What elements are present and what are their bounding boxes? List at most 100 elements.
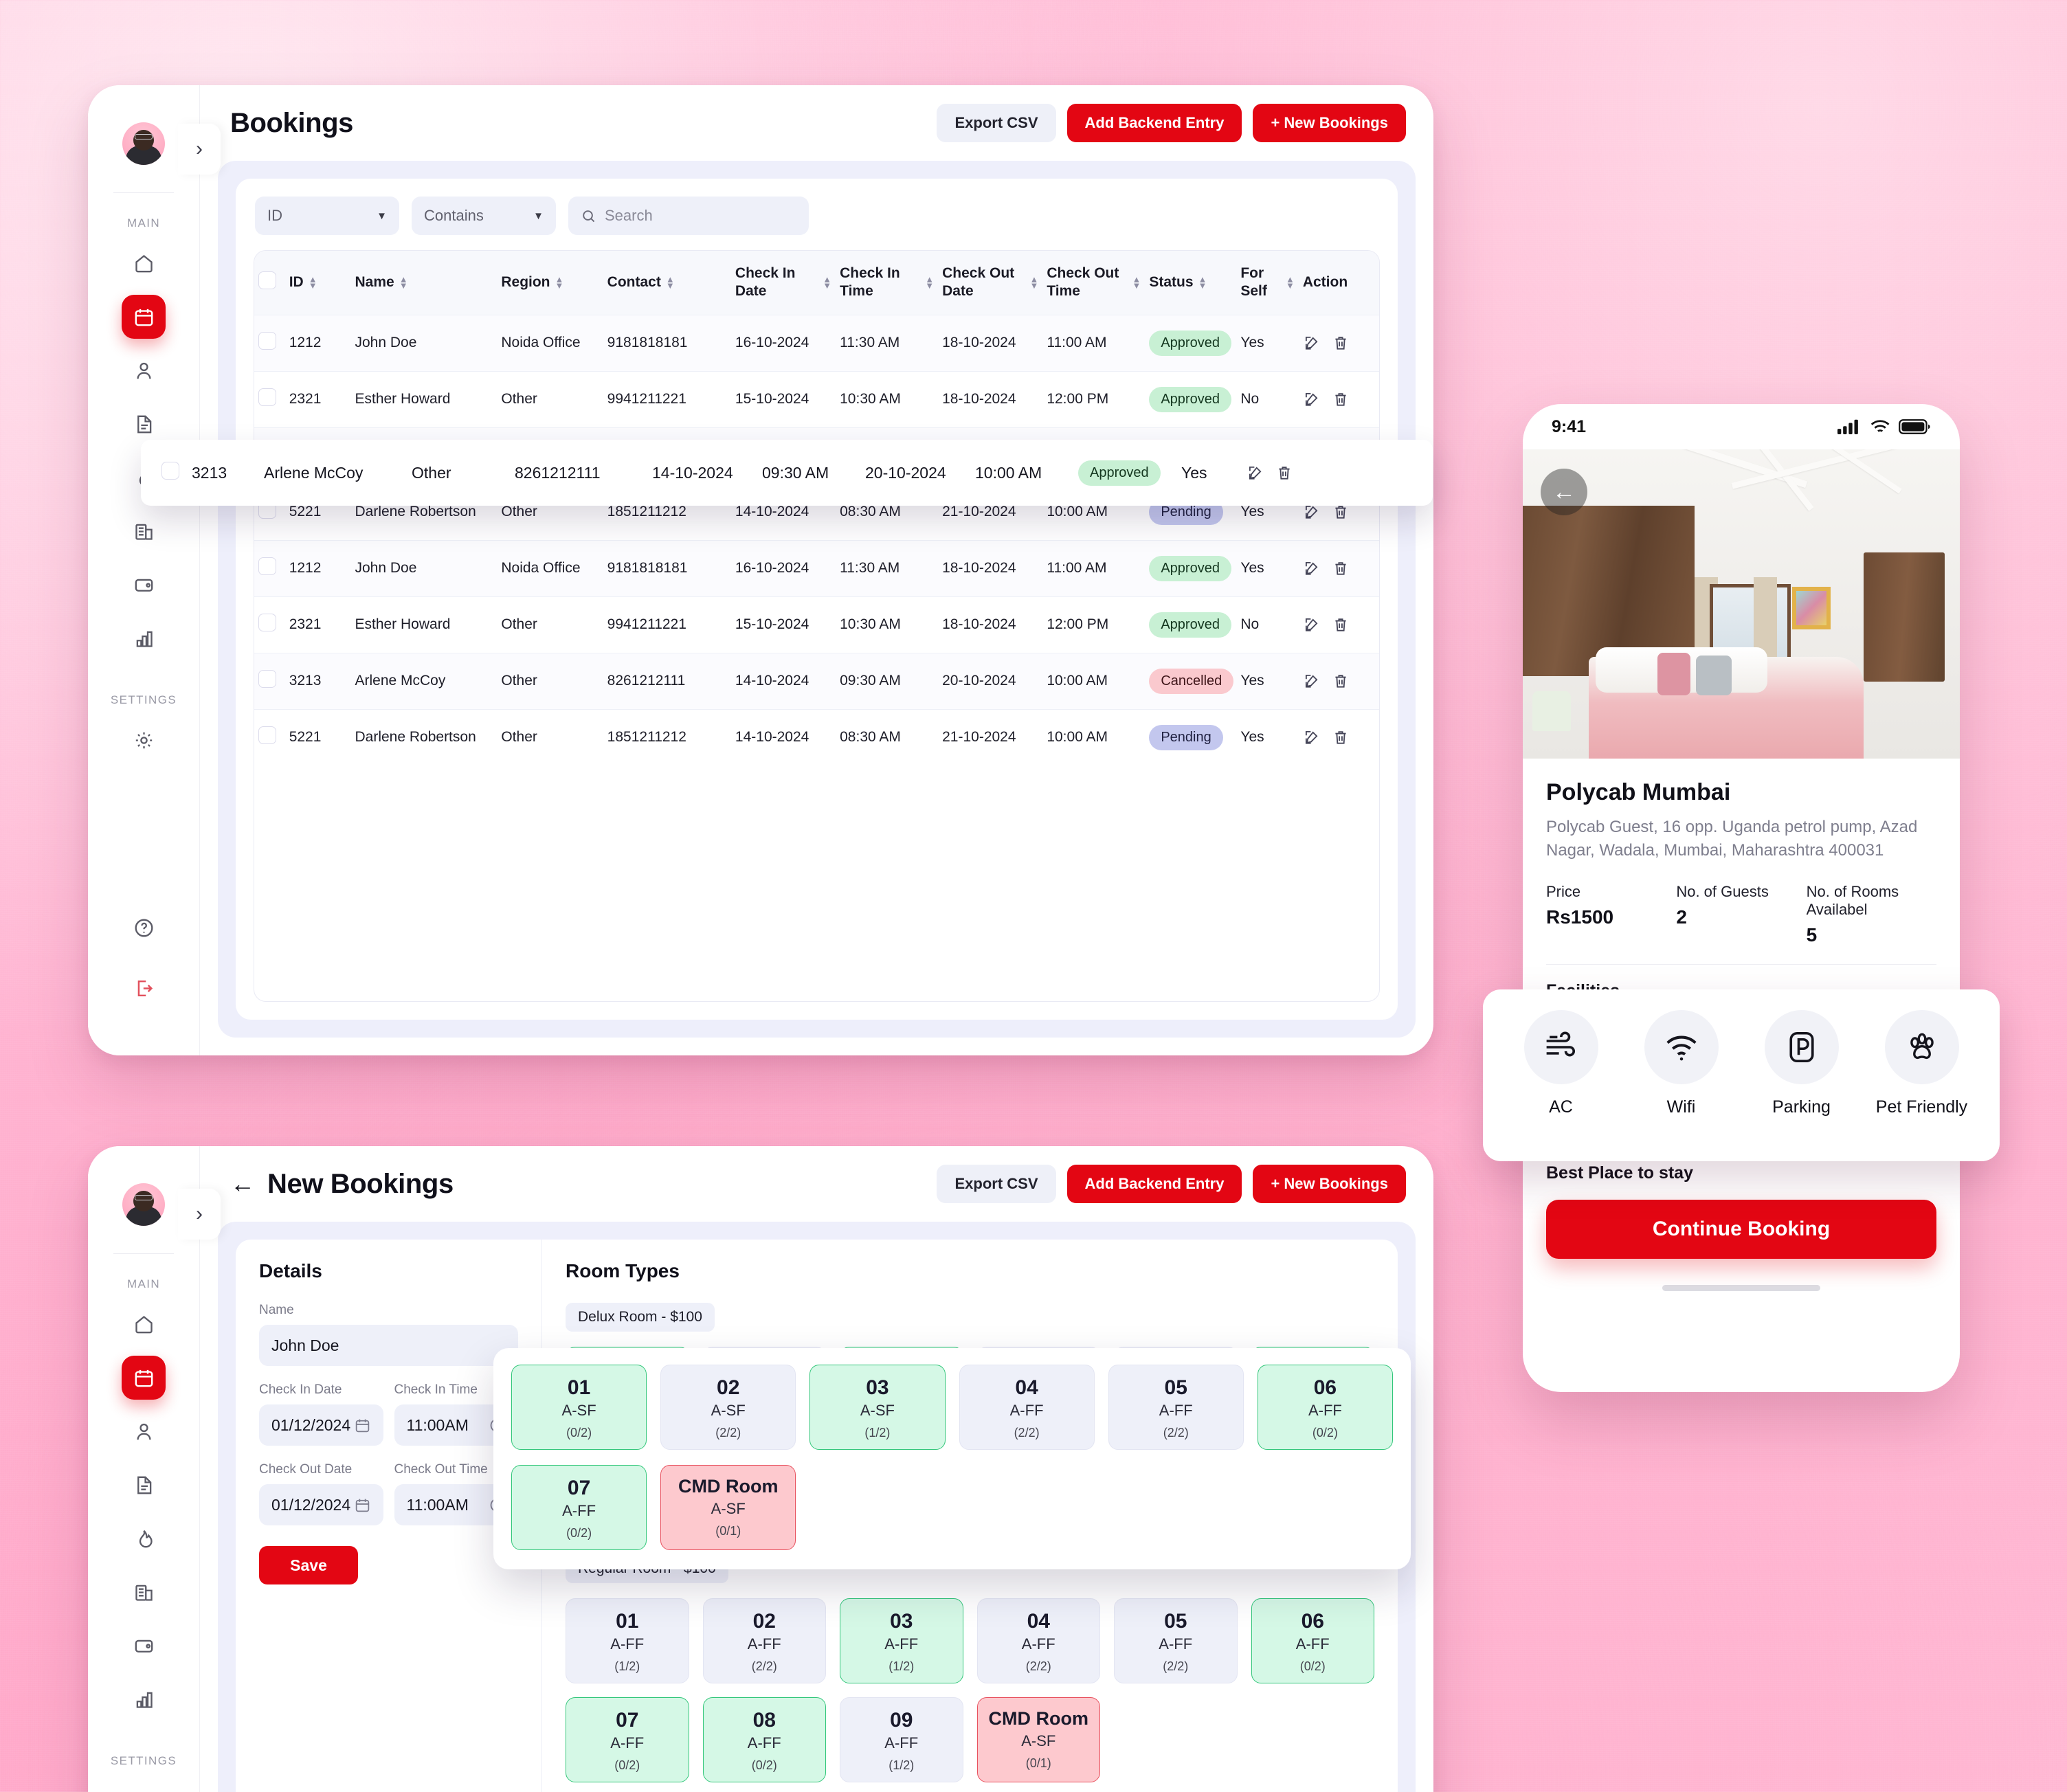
room-card[interactable]: 02 A-FF (2/2) bbox=[702, 1598, 826, 1683]
sidebar-item-help[interactable] bbox=[122, 906, 166, 950]
edit-icon[interactable] bbox=[1303, 672, 1321, 690]
edit-icon[interactable] bbox=[1247, 464, 1264, 482]
table-row[interactable]: 3213Arlene McCoyOther826121211114-10-202… bbox=[254, 652, 1379, 709]
name-field[interactable]: John Doe bbox=[259, 1325, 518, 1366]
row-checkbox[interactable] bbox=[258, 388, 276, 406]
edit-icon[interactable] bbox=[1303, 334, 1321, 352]
search-input[interactable] bbox=[605, 207, 796, 225]
add-backend-entry-button[interactable]: Add Backend Entry bbox=[1066, 104, 1242, 142]
table-row[interactable]: 1212 John Doe Noida Office 9181818181 16-10-… bbox=[254, 539, 1379, 596]
edit-icon[interactable] bbox=[1303, 390, 1321, 408]
table-row[interactable]: 5221 Darlene Robertson Other 1851211212 14-1… bbox=[254, 708, 1379, 765]
table-row[interactable]: 2321 Esther Howard Other 9941211221 15-10-20… bbox=[254, 370, 1379, 427]
delete-icon[interactable] bbox=[1275, 464, 1293, 482]
facility-item[interactable]: Pet Friendly bbox=[1870, 1010, 1974, 1118]
facility-item[interactable]: AC bbox=[1510, 1010, 1613, 1118]
sort-icon[interactable]: ▲ ▼ bbox=[823, 275, 831, 290]
room-card[interactable]: 08 A-FF (0/2) bbox=[702, 1697, 826, 1782]
sidebar-item-wallet[interactable] bbox=[122, 1624, 166, 1668]
room-card[interactable]: 07 A-FF (0/2) bbox=[511, 1465, 647, 1550]
room-card[interactable]: 03 A-SF (1/2) bbox=[809, 1365, 946, 1450]
checkout-date-field[interactable]: 01/12/2024 bbox=[259, 1484, 383, 1525]
sidebar-item-home[interactable] bbox=[122, 241, 166, 285]
search-box[interactable] bbox=[568, 197, 809, 235]
delete-icon[interactable] bbox=[1332, 334, 1350, 352]
sort-icon[interactable]: ▲ ▼ bbox=[1132, 275, 1141, 290]
sidebar-item-wallet[interactable] bbox=[122, 563, 166, 607]
sort-icon[interactable]: ▲ ▼ bbox=[555, 275, 564, 290]
highlighted-table-row[interactable]: 3213 Arlene McCoy Other 8261212111 14-10-202… bbox=[141, 440, 1433, 506]
sidebar-item-properties[interactable] bbox=[122, 1570, 166, 1614]
room-card[interactable]: 05 A-FF (2/2) bbox=[1108, 1365, 1244, 1450]
edit-icon[interactable] bbox=[1303, 616, 1321, 634]
sidebar-item-users[interactable] bbox=[122, 348, 166, 392]
checkin-date-field[interactable]: 01/12/2024 bbox=[259, 1404, 383, 1446]
table-row[interactable]: 1212 John Doe Noida Office 9181818181 16-10-… bbox=[254, 314, 1379, 371]
sidebar-item-users[interactable] bbox=[122, 1409, 166, 1453]
delete-icon[interactable] bbox=[1332, 390, 1350, 408]
delete-icon[interactable] bbox=[1332, 672, 1350, 690]
back-button[interactable]: ← bbox=[1541, 469, 1587, 515]
sidebar-item-logout[interactable] bbox=[122, 966, 166, 1010]
sort-icon[interactable]: ▲ ▼ bbox=[1029, 275, 1038, 290]
sidebar-collapse-toggle[interactable]: › bbox=[178, 124, 221, 175]
edit-icon[interactable] bbox=[1303, 728, 1321, 746]
sidebar-collapse-toggle[interactable]: › bbox=[178, 1189, 221, 1240]
room-card[interactable]: 01 A-FF (1/2) bbox=[566, 1598, 689, 1683]
sort-icon[interactable]: ▲ ▼ bbox=[666, 275, 675, 290]
room-card[interactable]: 04 A-FF (2/2) bbox=[959, 1365, 1095, 1450]
room-card[interactable]: 09 A-FF (1/2) bbox=[840, 1697, 963, 1782]
sidebar-item-bookings[interactable] bbox=[122, 1356, 166, 1400]
sort-icon[interactable]: ▲ ▼ bbox=[309, 275, 317, 290]
room-card[interactable]: 02 A-SF (2/2) bbox=[660, 1365, 796, 1450]
save-button[interactable]: Save bbox=[259, 1546, 358, 1584]
float-action[interactable] bbox=[1242, 464, 1332, 482]
back-arrow-icon[interactable]: ← bbox=[230, 1172, 255, 1196]
sidebar-item-reports[interactable] bbox=[122, 616, 166, 660]
delete-icon[interactable] bbox=[1332, 728, 1350, 746]
delete-icon[interactable] bbox=[1332, 616, 1350, 634]
sort-icon[interactable]: ▲ ▼ bbox=[1286, 275, 1295, 290]
new-bookings-button[interactable]: + New Bookings bbox=[1253, 104, 1406, 142]
filter-field-select[interactable]: ID ▼ bbox=[255, 197, 399, 235]
select-all-checkbox[interactable] bbox=[258, 271, 276, 289]
room-card[interactable]: 03 A-FF (1/2) bbox=[840, 1598, 963, 1683]
sidebar-item-reports[interactable] bbox=[122, 1677, 166, 1721]
row-checkbox[interactable] bbox=[258, 332, 276, 350]
row-checkbox[interactable] bbox=[258, 557, 276, 575]
table-row[interactable]: 2321 Esther Howard Other 9941211221 15-10-20… bbox=[254, 596, 1379, 653]
delete-icon[interactable] bbox=[1332, 559, 1350, 577]
float-checkbox[interactable] bbox=[141, 462, 188, 484]
room-card[interactable]: 04 A-FF (2/2) bbox=[976, 1598, 1100, 1683]
sidebar-item-documents[interactable] bbox=[122, 1463, 166, 1507]
sidebar-item-bookings[interactable] bbox=[122, 295, 166, 339]
row-checkbox[interactable] bbox=[258, 614, 276, 631]
sidebar-item-trending[interactable] bbox=[122, 1516, 166, 1560]
room-card[interactable]: 07 A-FF (0/2) bbox=[566, 1697, 689, 1782]
filter-operator-select[interactable]: Contains ▼ bbox=[412, 197, 556, 235]
sidebar-item-home[interactable] bbox=[122, 1302, 166, 1346]
new-bookings-button[interactable]: + New Bookings bbox=[1253, 1165, 1406, 1203]
avatar[interactable] bbox=[122, 1183, 165, 1226]
sort-icon[interactable]: ▲ ▼ bbox=[399, 275, 408, 290]
export-csv-button[interactable]: Export CSV bbox=[937, 1165, 1056, 1203]
room-card[interactable]: CMD Room A-SF (0/1) bbox=[976, 1697, 1100, 1782]
row-checkbox[interactable] bbox=[258, 726, 276, 744]
facility-item[interactable]: Wifi bbox=[1630, 1010, 1733, 1118]
sort-icon[interactable]: ▲ ▼ bbox=[1198, 275, 1207, 290]
row-checkbox[interactable] bbox=[258, 670, 276, 688]
sidebar-item-settings[interactable] bbox=[122, 718, 166, 762]
facility-item[interactable]: Parking bbox=[1750, 1010, 1853, 1118]
room-card[interactable]: 06 A-FF (0/2) bbox=[1257, 1365, 1393, 1450]
room-card[interactable]: 05 A-FF (2/2) bbox=[1114, 1598, 1238, 1683]
row-checkbox[interactable] bbox=[161, 462, 179, 480]
avatar[interactable] bbox=[122, 122, 165, 165]
room-card[interactable]: CMD Room A-SF (0/1) bbox=[660, 1465, 796, 1550]
room-card[interactable]: 01 A-SF (0/2) bbox=[511, 1365, 647, 1450]
sidebar-item-settings[interactable] bbox=[122, 1779, 166, 1792]
edit-icon[interactable] bbox=[1303, 559, 1321, 577]
room-card[interactable]: 06 A-FF (0/2) bbox=[1251, 1598, 1374, 1683]
export-csv-button[interactable]: Export CSV bbox=[937, 104, 1056, 142]
sort-icon[interactable]: ▲ ▼ bbox=[925, 275, 934, 290]
continue-booking-button[interactable]: Continue Booking bbox=[1546, 1200, 1936, 1259]
